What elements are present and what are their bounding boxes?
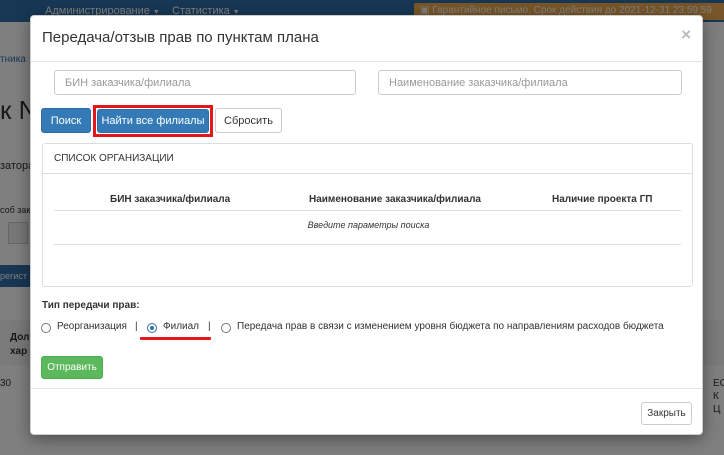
separator: |	[208, 321, 211, 332]
close-button[interactable]: Закрыть	[641, 402, 692, 425]
separator: |	[135, 321, 138, 332]
transfer-rights-modal: Передача/отзыв прав по пунктам плана × П…	[30, 15, 703, 435]
reset-button[interactable]: Сбросить	[215, 108, 282, 133]
column-header-name: Наименование заказчика/филиала	[309, 194, 481, 205]
transfer-type-label: Тип передачи прав:	[42, 300, 140, 311]
search-button[interactable]: Поиск	[41, 108, 91, 133]
radio-branch[interactable]	[147, 323, 157, 333]
modal-header: Передача/отзыв прав по пунктам плана ×	[31, 16, 702, 62]
close-icon[interactable]: ×	[681, 25, 691, 45]
radio-budget-level[interactable]	[221, 323, 231, 333]
radio-label-budget-level[interactable]: Передача прав в связи с изменением уровн…	[237, 321, 664, 332]
table-divider	[54, 244, 681, 245]
name-search-input[interactable]	[378, 70, 682, 95]
bin-search-input[interactable]	[54, 70, 356, 95]
radio-label-reorganization[interactable]: Реорганизация	[57, 321, 127, 332]
column-header-project: Наличие проекта ГП	[552, 194, 653, 205]
empty-table-message: Введите параметры поиска	[307, 220, 430, 230]
table-divider	[54, 210, 681, 211]
column-header-bin: БИН заказчика/филиала	[110, 194, 231, 205]
radio-reorganization[interactable]	[41, 323, 51, 333]
modal-footer-divider	[31, 388, 702, 389]
submit-button[interactable]: Отправить	[41, 356, 103, 379]
org-list-heading: СПИСОК ОРГАНИЗАЦИИ	[43, 144, 692, 174]
modal-title: Передача/отзыв прав по пунктам плана	[42, 29, 319, 46]
radio-label-branch[interactable]: Филиал	[163, 321, 199, 332]
highlight-underline	[140, 337, 211, 340]
org-list-panel: СПИСОК ОРГАНИЗАЦИИ БИН заказчика/филиала…	[42, 143, 693, 287]
find-all-branches-button[interactable]: Найти все филиалы	[97, 109, 209, 133]
